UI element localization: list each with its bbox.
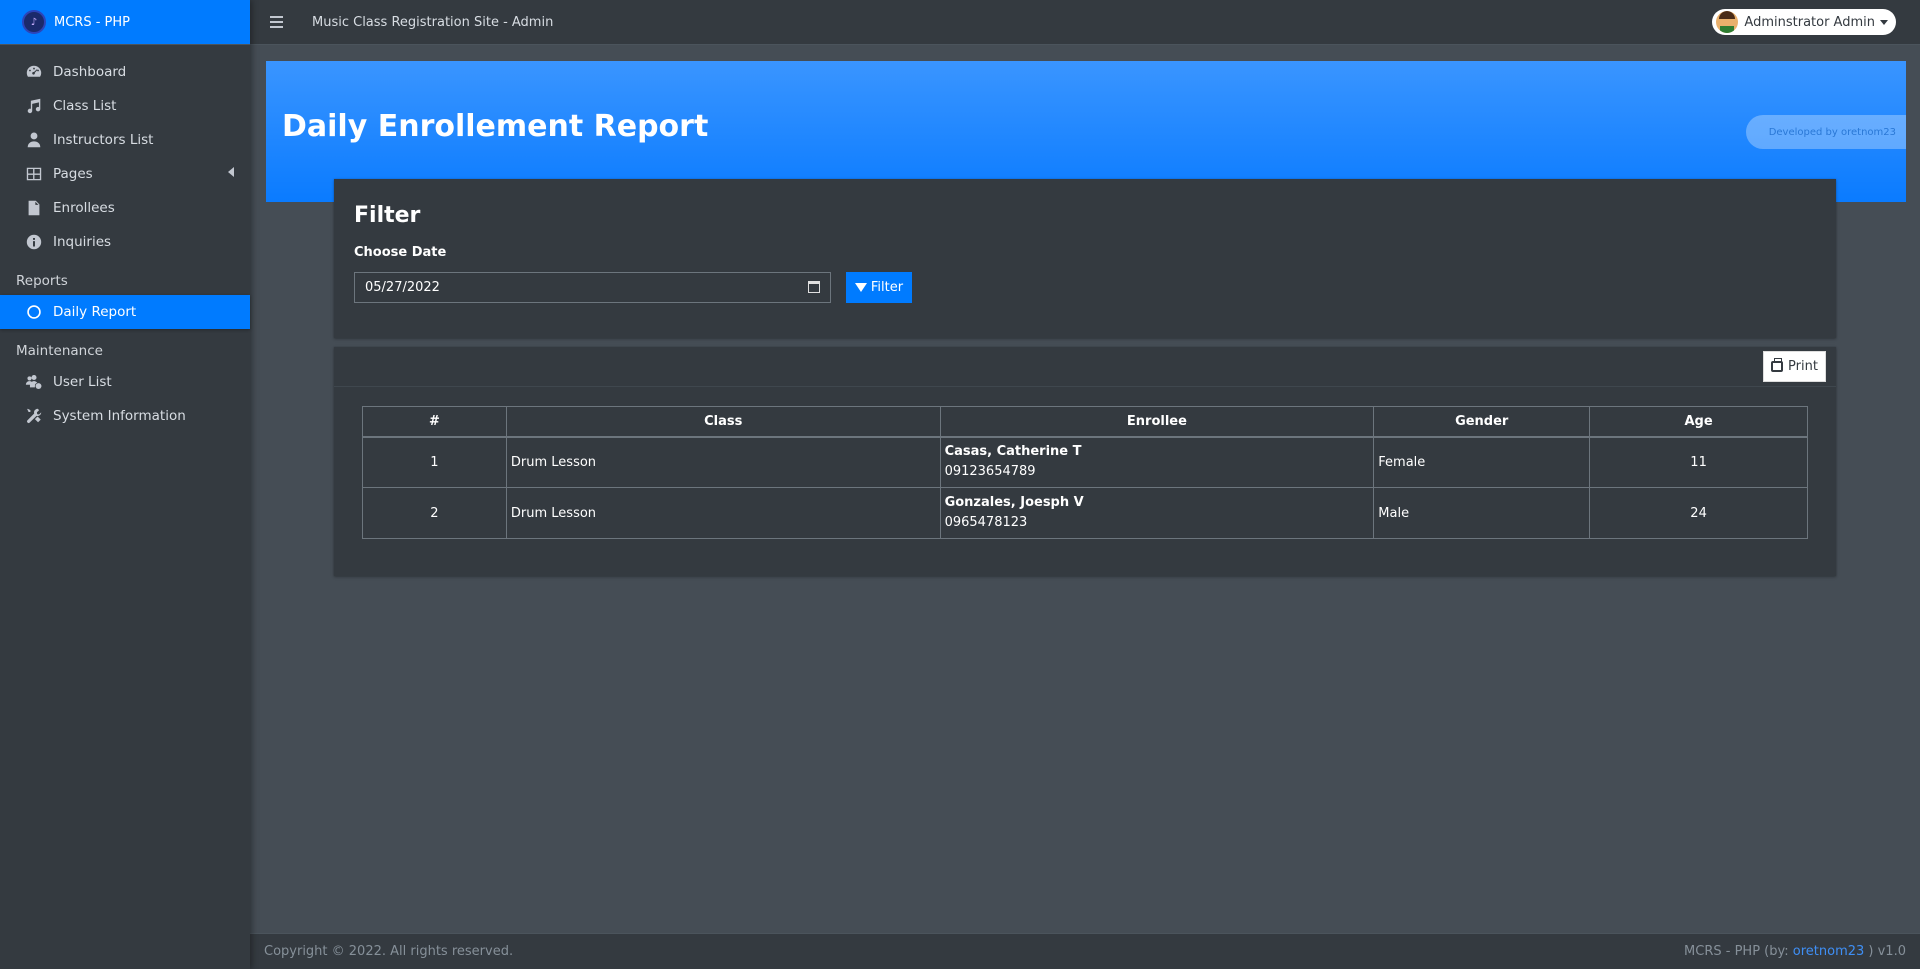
sidebar-item-label: Dashboard xyxy=(53,64,127,80)
sidebar-item-label: User List xyxy=(53,374,112,390)
choose-date-label: Choose Date xyxy=(354,245,447,260)
nav-header-reports: Reports xyxy=(16,273,68,289)
enrollee-phone: 09123654789 xyxy=(944,464,1036,480)
sidebar-item-instructors-list[interactable]: Instructors List xyxy=(0,123,250,157)
file-icon xyxy=(24,198,44,218)
nav-header-maintenance: Maintenance xyxy=(16,343,103,359)
page-title: Daily Enrollement Report xyxy=(282,109,709,144)
gender-cell: Male xyxy=(1373,487,1591,539)
sidebar-item-label: Inquiries xyxy=(53,234,112,250)
enrollee-name: Casas, Catherine T xyxy=(944,444,1082,460)
filter-title: Filter xyxy=(354,203,421,228)
row-number: 2 xyxy=(362,487,507,539)
table-icon xyxy=(24,164,44,184)
topbar: Music Class Registration Site - Admin Ad… xyxy=(250,0,1920,45)
chevron-left-icon xyxy=(228,167,234,177)
users-cog-icon xyxy=(24,372,44,392)
sidebar-item-label: Enrollees xyxy=(53,200,115,216)
report-card-header: Print xyxy=(334,347,1836,387)
age-cell: 24 xyxy=(1589,487,1808,539)
sidebar-item-user-list[interactable]: User List xyxy=(0,365,250,399)
author-link[interactable]: oretnom23 xyxy=(1793,944,1865,959)
caret-down-icon xyxy=(1880,19,1888,25)
sidebar-item-label: Instructors List xyxy=(53,132,154,148)
table-row: 1 Drum Lesson Casas, Catherine T 0912365… xyxy=(362,436,1808,488)
sidebar-item-system-information[interactable]: System Information xyxy=(0,399,250,433)
row-number: 1 xyxy=(362,436,507,488)
class-cell: Drum Lesson xyxy=(505,487,941,539)
tools-icon xyxy=(24,406,44,426)
calendar-icon[interactable] xyxy=(808,281,820,293)
user-tie-icon xyxy=(24,130,44,150)
print-button[interactable]: Print xyxy=(1763,351,1826,382)
column-header: Gender xyxy=(1373,406,1591,438)
sidebar-item-pages[interactable]: Pages xyxy=(0,157,250,191)
user-dropdown[interactable]: Adminstrator Admin xyxy=(1712,9,1896,35)
credit-suffix: ) v1.0 xyxy=(1864,944,1906,959)
sidebar-item-daily-report[interactable]: Daily Report xyxy=(0,295,250,329)
brand-logo-icon: ♪ xyxy=(22,10,46,34)
enrollee-cell: Casas, Catherine T 09123654789 xyxy=(939,436,1375,488)
print-icon xyxy=(1771,358,1784,372)
sidebar-item-enrollees[interactable]: Enrollees xyxy=(0,191,250,225)
credit-prefix: MCRS - PHP (by: xyxy=(1684,944,1793,959)
filter-button-label: Filter xyxy=(870,280,904,295)
print-button-label: Print xyxy=(1788,359,1818,374)
dashboard-icon xyxy=(24,62,44,82)
table-header-row: # Class Enrollee Gender Age xyxy=(362,406,1808,438)
report-card: Print # Class Enrollee Gender Age 1 Drum… xyxy=(334,347,1836,576)
age-cell: 11 xyxy=(1589,436,1808,488)
enrollee-phone: 0965478123 xyxy=(944,515,1028,530)
date-input[interactable]: 05/27/2022 xyxy=(354,272,831,303)
sidebar-item-label: System Information xyxy=(53,408,186,424)
sidebar: ♪ MCRS - PHP Dashboard Class List Instru… xyxy=(0,0,250,969)
hamburger-menu-icon[interactable] xyxy=(270,16,290,28)
site-title: Music Class Registration Site - Admin xyxy=(312,14,554,30)
gender-cell: Female xyxy=(1373,436,1591,488)
sidebar-item-label: Class List xyxy=(53,98,117,114)
brand-link[interactable]: ♪ MCRS - PHP xyxy=(0,0,250,45)
column-header: Class xyxy=(505,406,941,438)
info-icon xyxy=(24,232,44,252)
credit-text: MCRS - PHP (by: oretnom23 ) v1.0 xyxy=(1684,944,1906,959)
enrollee-cell: Gonzales, Joesph V 0965478123 xyxy=(939,487,1375,539)
sidebar-nav: Dashboard Class List Instructors List Pa… xyxy=(0,45,250,433)
column-header: Age xyxy=(1589,406,1808,438)
column-header: Enrollee xyxy=(939,406,1375,438)
developer-badge[interactable]: Developed by oretnom23 xyxy=(1746,115,1906,149)
column-header: # xyxy=(362,406,507,438)
sidebar-item-inquiries[interactable]: Inquiries xyxy=(0,225,250,259)
copyright-text: Copyright © 2022. All rights reserved. xyxy=(264,944,514,959)
filter-button[interactable]: Filter xyxy=(846,272,912,303)
music-icon xyxy=(24,96,44,116)
table-row: 2 Drum Lesson Gonzales, Joesph V 0965478… xyxy=(362,487,1808,539)
enrollee-name: Gonzales, Joesph V xyxy=(944,495,1084,510)
brand-name: MCRS - PHP xyxy=(54,14,130,30)
circle-icon xyxy=(24,302,44,322)
filter-icon xyxy=(854,283,867,292)
sidebar-item-label: Pages xyxy=(53,166,93,182)
class-cell: Drum Lesson xyxy=(505,436,941,488)
sidebar-item-dashboard[interactable]: Dashboard xyxy=(0,55,250,89)
user-name: Adminstrator Admin xyxy=(1744,14,1875,30)
sidebar-item-class-list[interactable]: Class List xyxy=(0,89,250,123)
filter-card: Filter Choose Date 05/27/2022 Filter xyxy=(334,179,1836,338)
sidebar-item-label: Daily Report xyxy=(53,304,137,320)
date-value: 05/27/2022 xyxy=(365,280,440,295)
enrollment-table: # Class Enrollee Gender Age 1 Drum Lesso… xyxy=(362,406,1808,539)
footer: Copyright © 2022. All rights reserved. M… xyxy=(250,933,1920,969)
avatar xyxy=(1716,11,1739,33)
